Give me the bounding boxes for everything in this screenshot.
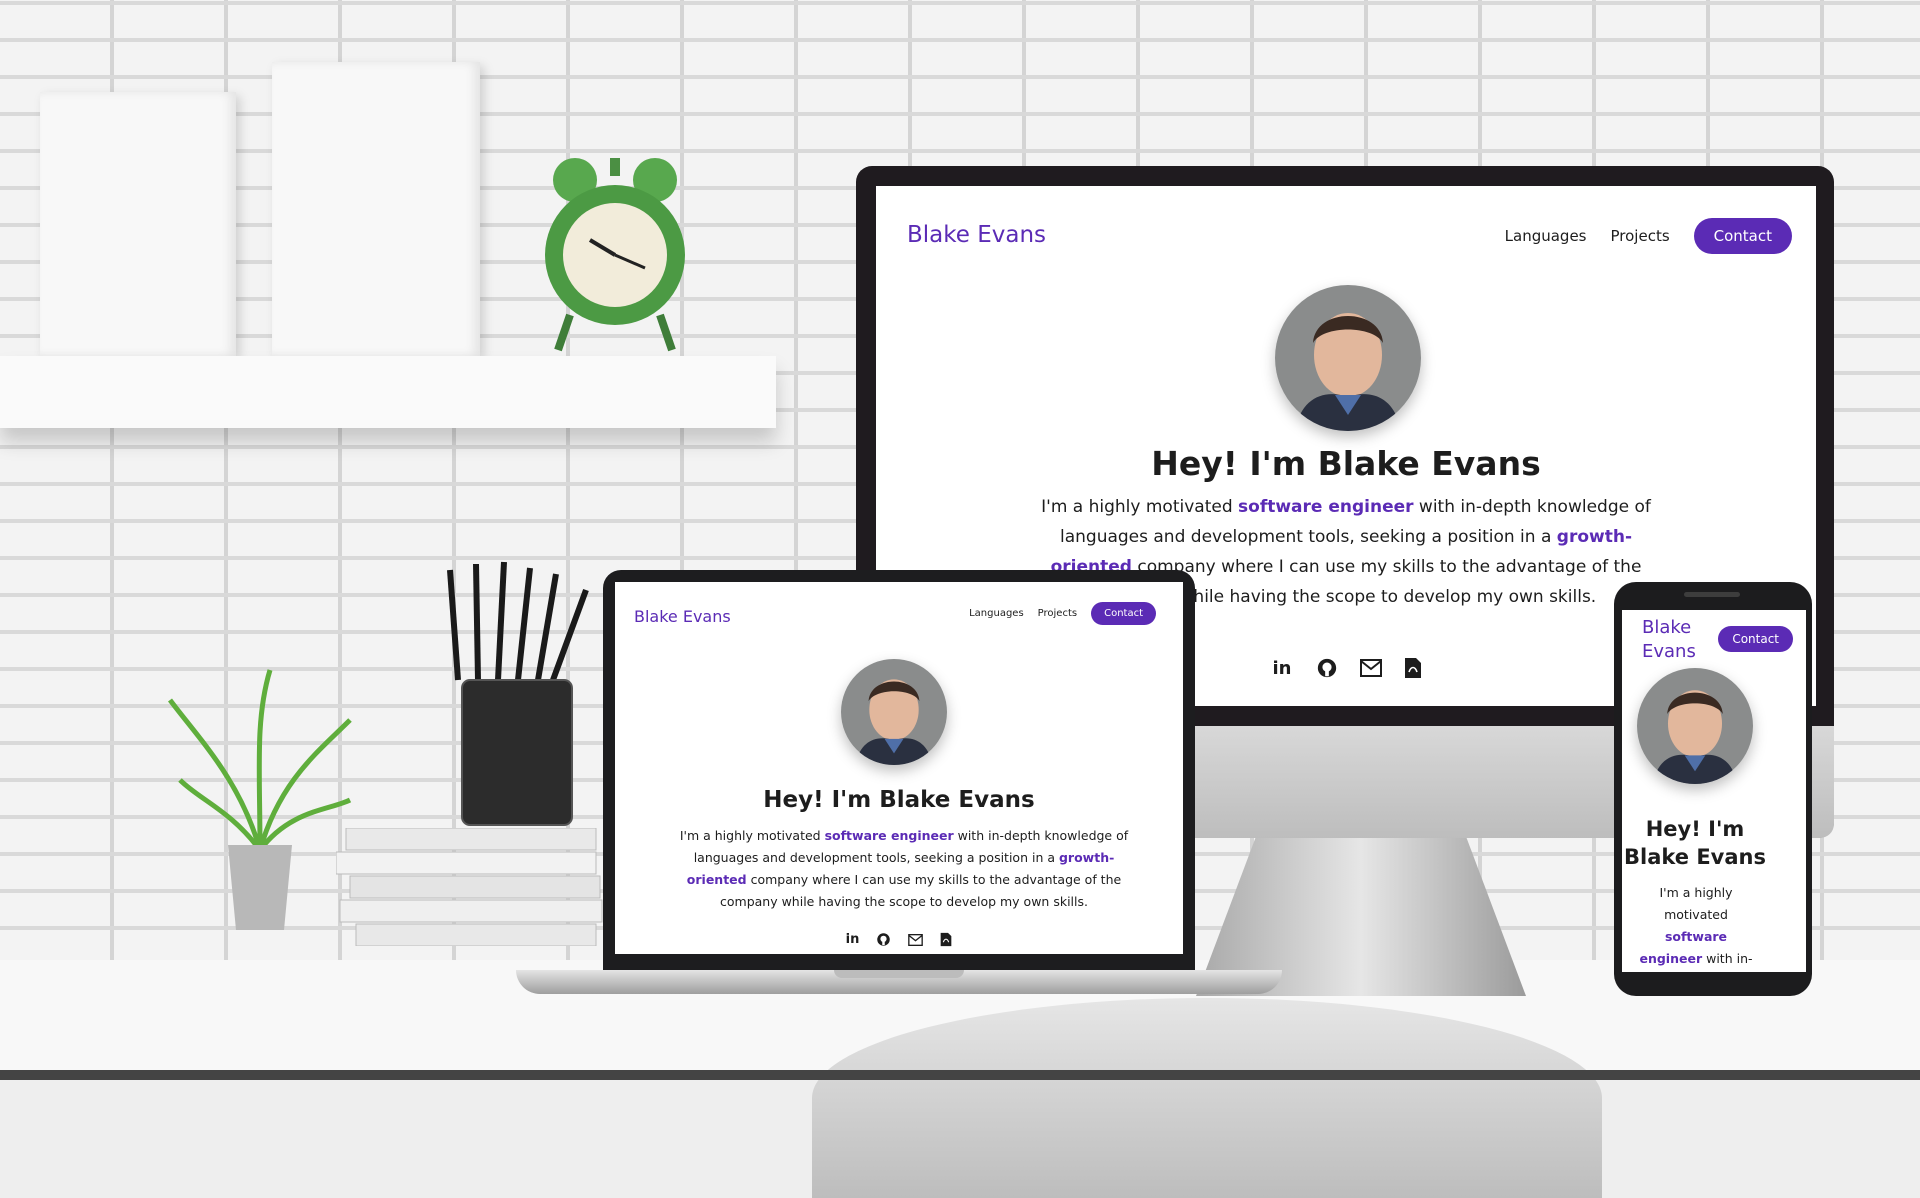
linkedin-icon[interactable]: in bbox=[1270, 656, 1294, 680]
contact-button[interactable]: Contact bbox=[1091, 602, 1156, 625]
highlight-software-engineer: software engineer bbox=[824, 828, 954, 843]
contact-button[interactable]: Contact bbox=[1693, 218, 1792, 254]
wall-shelf bbox=[0, 356, 776, 428]
stacked-books bbox=[335, 827, 606, 947]
github-icon[interactable] bbox=[876, 932, 891, 947]
github-icon[interactable] bbox=[1316, 656, 1338, 680]
portrait-photo bbox=[1275, 285, 1421, 431]
portrait-photo bbox=[841, 659, 947, 765]
hero-title: Hey! I'm Blake Evans bbox=[763, 787, 1035, 813]
avatar bbox=[1275, 285, 1421, 431]
nav-bar: Languages Projects Contact bbox=[969, 602, 1156, 625]
site-logo-name[interactable]: Blake Evans bbox=[634, 607, 731, 626]
nav-languages[interactable]: Languages bbox=[969, 608, 1024, 619]
white-book bbox=[272, 62, 480, 356]
social-links: in bbox=[615, 932, 1183, 947]
avatar bbox=[841, 659, 947, 765]
white-book bbox=[40, 92, 236, 356]
phone-screen: Blake Evans Contact Hey! I'm Blake Evans I… bbox=[1622, 610, 1806, 972]
hero-intro: I'm a highly motivated software engineer… bbox=[1639, 885, 1753, 966]
chair-back bbox=[812, 998, 1602, 1198]
desk-edge bbox=[0, 1070, 1920, 1080]
site-logo-name[interactable]: Blake Evans bbox=[907, 222, 1046, 248]
pdf-resume-icon[interactable] bbox=[940, 932, 952, 947]
potted-plant bbox=[168, 669, 352, 930]
linkedin-icon[interactable]: in bbox=[846, 932, 860, 947]
alarm-clock-icon bbox=[545, 158, 685, 352]
nav-bar: Contact bbox=[1718, 626, 1793, 652]
email-icon[interactable] bbox=[908, 932, 924, 947]
email-icon[interactable] bbox=[1360, 656, 1382, 680]
contact-button[interactable]: Contact bbox=[1718, 626, 1793, 652]
pencil-holder bbox=[447, 561, 589, 826]
hero-intro: I'm a highly motivated software engineer… bbox=[679, 828, 1129, 909]
phone-speaker bbox=[1684, 592, 1740, 597]
laptop-screen: Blake Evans Languages Projects Contact H… bbox=[615, 582, 1183, 954]
laptop-notch bbox=[834, 970, 964, 978]
site-logo-name[interactable]: Blake Evans bbox=[1642, 616, 1696, 664]
nav-bar: Languages Projects Contact bbox=[1505, 218, 1792, 254]
highlight-software-engineer: software engineer bbox=[1238, 497, 1414, 517]
avatar bbox=[1637, 668, 1753, 784]
portrait-photo bbox=[1637, 668, 1753, 784]
nav-languages[interactable]: Languages bbox=[1505, 227, 1587, 245]
nav-projects[interactable]: Projects bbox=[1038, 608, 1077, 619]
pdf-resume-icon[interactable] bbox=[1404, 656, 1422, 680]
hero-title: Hey! I'm Blake Evans bbox=[1151, 444, 1541, 483]
nav-projects[interactable]: Projects bbox=[1611, 227, 1670, 245]
hero-title: Hey! I'm Blake Evans bbox=[1624, 817, 1766, 869]
